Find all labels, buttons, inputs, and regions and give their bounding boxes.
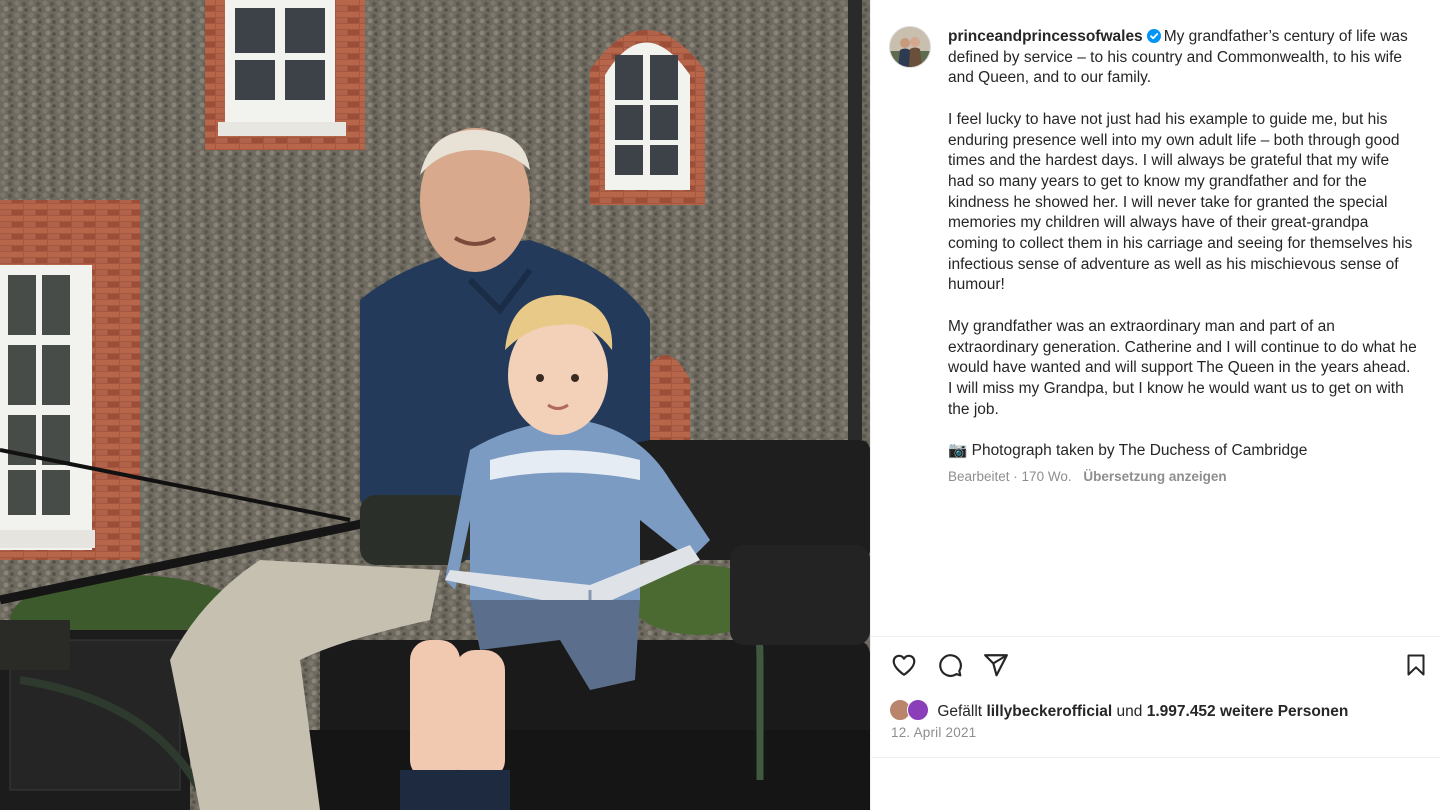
- post-panel: princeandprincessofwales My grandfather’s…: [870, 0, 1440, 810]
- liker-avatar: [907, 699, 929, 721]
- avatar-image: [890, 27, 930, 67]
- post-meta: Bearbeitet · 170 Wo. Übersetzung anzeige…: [948, 469, 1227, 484]
- translate-button[interactable]: Übersetzung anzeigen: [1083, 469, 1226, 484]
- caption-paragraph-3: My grandfather was an extraordinary man …: [948, 317, 1417, 418]
- share-button[interactable]: [981, 650, 1011, 680]
- save-button[interactable]: [1401, 650, 1431, 680]
- liker-avatars[interactable]: [889, 699, 933, 721]
- comment-button[interactable]: [935, 650, 965, 680]
- likes-summary: Gefällt lillybeckerofficial und 1.997.45…: [889, 699, 1348, 723]
- divider: [871, 636, 1440, 637]
- edited-label: Bearbeitet: [948, 469, 1010, 484]
- username-link[interactable]: princeandprincessofwales: [948, 28, 1143, 45]
- bookmark-icon: [1407, 654, 1425, 676]
- post-photo[interactable]: [0, 0, 870, 810]
- heart-icon: [892, 654, 916, 676]
- like-button[interactable]: [889, 650, 919, 680]
- liker-username-link[interactable]: lillybeckerofficial: [986, 703, 1112, 720]
- post-date[interactable]: 12. April 2021: [891, 725, 976, 740]
- likes-count-link[interactable]: 1.997.452 weitere Personen: [1147, 703, 1349, 720]
- caption: princeandprincessofwales My grandfather’s…: [948, 27, 1418, 462]
- likes-connector: und: [1116, 703, 1143, 720]
- verified-badge-icon: [1146, 29, 1161, 43]
- post-age[interactable]: 170 Wo.: [1022, 469, 1072, 484]
- send-icon: [984, 654, 1008, 677]
- action-bar: [889, 650, 1425, 684]
- divider: [871, 757, 1440, 758]
- likes-prefix: Gefällt: [937, 703, 983, 720]
- comment-icon: [939, 654, 962, 677]
- photo-illustration: [0, 0, 870, 810]
- avatar[interactable]: [889, 26, 931, 68]
- caption-paragraph-2: I feel lucky to have not just had his ex…: [948, 110, 1413, 294]
- caption-photo-credit: 📷 Photograph taken by The Duchess of Cam…: [948, 442, 1308, 460]
